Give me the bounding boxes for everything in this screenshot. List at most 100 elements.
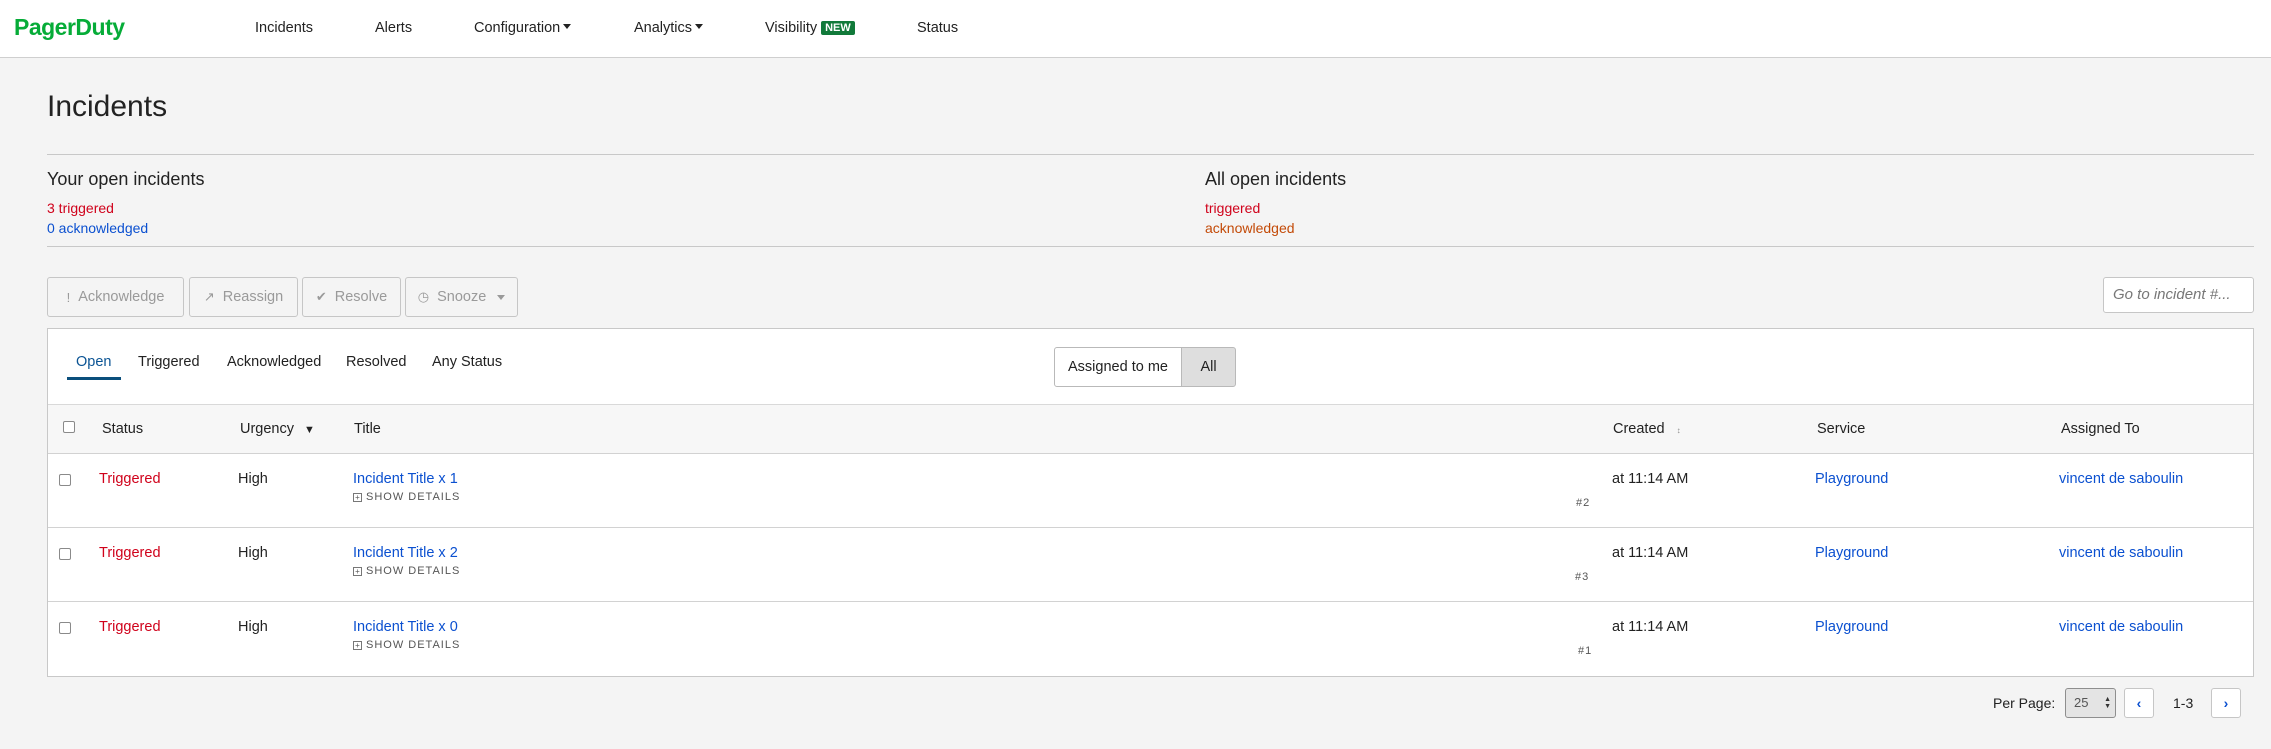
service-link[interactable]: Playground [1815,471,1888,487]
nav-visibility[interactable]: Visibility NEW [765,20,855,36]
row-checkbox[interactable] [59,548,71,560]
check-icon: ✔ [315,289,327,304]
row-checkbox[interactable] [59,474,71,486]
goto-incident-input[interactable]: Go to incident #... [2103,277,2254,313]
reassign-label: Reassign [222,289,284,305]
your-acknowledged-link[interactable]: 0 acknowledged [47,220,148,236]
select-all-checkbox[interactable] [63,421,75,433]
chevron-left-icon: ‹ [2136,695,2142,711]
snooze-button[interactable]: ◷ Snooze [405,277,518,317]
resolve-button[interactable]: ✔ Resolve [302,277,401,317]
nav-configuration-label: Configuration [474,20,561,36]
tab-acknowledged[interactable]: Acknowledged [227,354,321,370]
incident-title-link[interactable]: Incident Title x 1 [353,471,458,487]
assignee-link[interactable]: vincent de saboulin [2059,545,2183,561]
reassign-button[interactable]: ↗ Reassign [189,277,298,317]
column-status[interactable]: Status [102,421,143,437]
row-checkbox[interactable] [59,622,71,634]
show-details-label: SHOW DETAILS [366,491,461,503]
service-link[interactable]: Playground [1815,619,1888,635]
show-details-toggle[interactable]: + SHOW DETAILS [353,639,460,651]
show-details-toggle[interactable]: + SHOW DETAILS [353,565,460,577]
urgency-cell: High [238,471,268,487]
divider [47,154,2254,155]
column-urgency[interactable]: Urgency ▼ [240,421,315,437]
created-cell: at 11:14 AM [1612,545,1689,561]
table-row: Triggered High Incident Title x 1 + SHOW … [48,454,2253,528]
per-page-label: Per Page: [1993,695,2056,711]
nav-incidents[interactable]: Incidents [255,20,313,36]
your-triggered-link[interactable]: 3 triggered [47,200,114,216]
status-cell: Triggered [99,545,161,561]
show-details-label: SHOW DETAILS [366,565,461,577]
created-cell: at 11:14 AM [1612,619,1689,635]
incident-number: #2 [1576,497,1591,509]
incidents-panel: Open Triggered Acknowledged Resolved Any… [47,328,2254,677]
select-arrows-icon: ▲ ▼ [2104,696,2111,710]
nav-analytics[interactable]: Analytics [634,20,704,36]
urgency-cell: High [238,619,268,635]
new-badge: NEW [821,21,855,35]
caret-down-icon [563,24,572,29]
top-nav: PagerDuty Incidents Alerts Configuration… [0,0,2271,58]
assigned-to-me-button[interactable]: Assigned to me [1054,347,1182,387]
plus-box-icon: + [353,641,362,650]
next-page-button[interactable]: › [2211,688,2241,718]
assignee-link[interactable]: vincent de saboulin [2059,619,2183,635]
nav-status[interactable]: Status [917,20,958,36]
page-range: 1-3 [2173,695,2194,711]
status-cell: Triggered [99,619,161,635]
column-assigned-to[interactable]: Assigned To [2061,421,2140,437]
table-header: Status Urgency ▼ Title Created ↕ Service A… [48,405,2253,454]
nav-alerts[interactable]: Alerts [375,20,412,36]
status-tabs: Open Triggered Acknowledged Resolved Any… [48,329,2253,405]
your-open-incidents-title: Your open incidents [47,169,205,189]
plus-box-icon: + [353,567,362,576]
urgency-cell: High [238,545,268,561]
table-row: Triggered High Incident Title x 0 + SHOW … [48,602,2253,676]
status-cell: Triggered [99,471,161,487]
filter-icon[interactable]: ▼ [304,424,315,436]
tab-open[interactable]: Open [76,354,111,370]
chevron-right-icon: › [2223,695,2229,711]
caret-down-icon [695,24,704,29]
snooze-label: Snooze [437,289,487,305]
tab-any-status[interactable]: Any Status [432,354,502,370]
nav-configuration[interactable]: Configuration [474,20,572,36]
nav-visibility-label: Visibility [765,20,818,36]
clock-icon: ◷ [417,289,430,304]
column-created-label: Created [1613,421,1665,437]
assigned-all-button[interactable]: All [1181,347,1236,387]
column-service[interactable]: Service [1817,421,1865,437]
pagerduty-logo[interactable]: PagerDuty [14,14,125,41]
column-title[interactable]: Title [354,421,381,437]
nav-analytics-label: Analytics [634,20,693,36]
per-page-value: 25 [2074,695,2089,710]
show-details-toggle[interactable]: + SHOW DETAILS [353,491,460,503]
page-title: Incidents [47,90,168,123]
per-page-select[interactable]: 25 ▲ ▼ [2065,688,2116,718]
acknowledge-label: Acknowledge [78,289,165,305]
previous-page-button[interactable]: ‹ [2124,688,2154,718]
table-row: Triggered High Incident Title x 2 + SHOW … [48,528,2253,602]
incident-title-link[interactable]: Incident Title x 0 [353,619,458,635]
column-created[interactable]: Created ↕ [1613,421,1681,437]
all-acknowledged-link[interactable]: acknowledged [1205,220,1295,236]
acknowledge-button[interactable]: ! Acknowledge [47,277,184,317]
tab-resolved[interactable]: Resolved [346,354,406,370]
service-link[interactable]: Playground [1815,545,1888,561]
all-triggered-link[interactable]: triggered [1205,200,1260,216]
plus-box-icon: + [353,493,362,502]
active-tab-indicator [67,377,121,380]
incident-title-link[interactable]: Incident Title x 2 [353,545,458,561]
sort-icon[interactable]: ↕ [1677,426,1681,435]
incident-number: #3 [1575,571,1590,583]
caret-down-icon [497,294,506,300]
created-cell: at 11:14 AM [1612,471,1689,487]
assignee-link[interactable]: vincent de saboulin [2059,471,2183,487]
resolve-label: Resolve [334,289,388,305]
all-open-incidents-title: All open incidents [1205,169,1347,189]
tab-triggered[interactable]: Triggered [138,354,200,370]
incident-number: #1 [1578,645,1593,657]
show-details-label: SHOW DETAILS [366,639,461,651]
